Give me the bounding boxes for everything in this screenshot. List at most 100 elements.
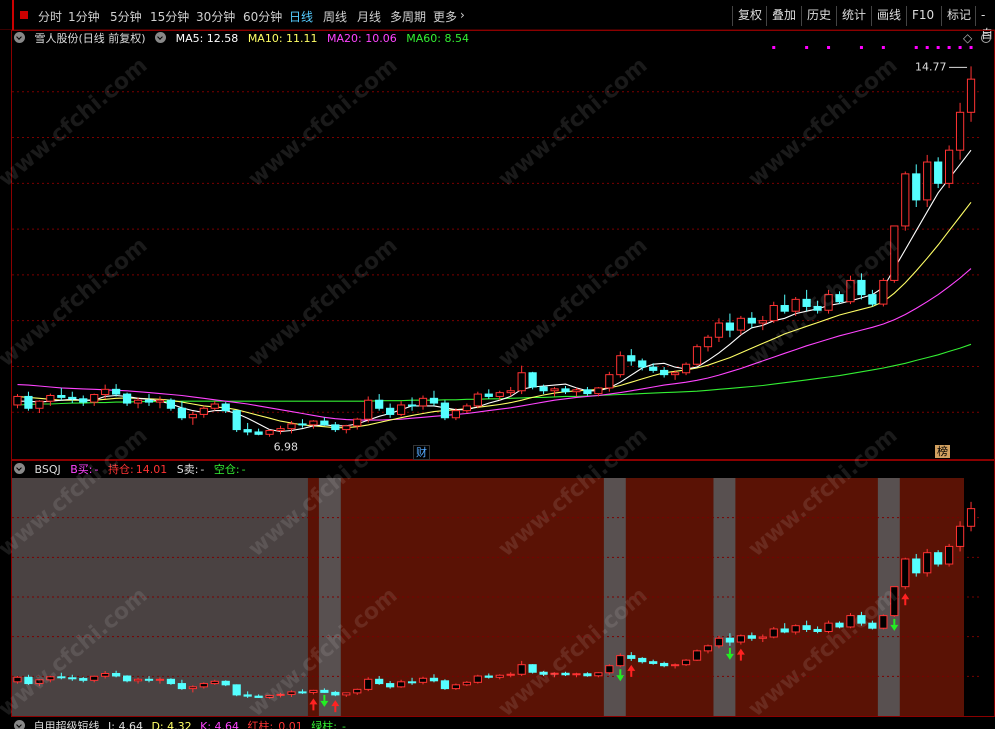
candle-body [758,320,767,324]
candle-body [396,404,406,415]
period-5min[interactable]: 5分钟 [110,8,142,25]
sub-candle-body [912,558,921,574]
sub-candle-body [221,680,230,686]
candle-body [923,161,932,201]
candle-body [177,407,187,419]
candle-body [583,389,592,395]
sub-candle-body [528,664,537,673]
sub-candle-body [133,678,143,682]
sell-label: S卖: [176,463,199,476]
period-fenshi[interactable]: 分时 [38,8,62,25]
panel-toggle-icon[interactable] [20,11,28,19]
ma5-line [17,149,972,433]
candle-body [199,407,208,415]
sub-candle-body [199,683,208,688]
bottom-collapse-icon[interactable] [14,720,25,729]
sub-candle-body [495,674,504,678]
period-multi[interactable]: 多周期 [390,8,426,25]
candle-body [561,388,570,393]
candle-body [780,305,789,312]
sub-candle-body [331,691,340,696]
sub-candle-body [462,681,471,686]
j-value: J: 4.64 [108,720,143,729]
ma10-value: MA10: 11.11 [247,32,318,45]
sub-candle-body [265,694,274,698]
overlay-button[interactable]: 叠加 [766,6,801,26]
period-60min[interactable]: 60分钟 [243,8,282,25]
main-collapse-icon[interactable] [14,32,25,43]
sub-candle-body [243,694,252,697]
candle-body [440,402,450,419]
draw-button[interactable]: 画线 [871,6,906,26]
period-monthly[interactable]: 月线 [357,8,381,25]
candle-body [747,317,756,324]
period-daily[interactable]: 日线 [289,8,313,25]
finance-tag[interactable]: 财 [413,445,430,460]
sub-candle-body [747,635,756,639]
candle-body [802,298,811,307]
sub-candle-body [714,637,724,647]
mark-button[interactable]: 标记 [941,6,976,26]
candle-body [375,399,384,409]
candle-body [681,363,691,374]
candle-body [506,390,515,394]
empty-value: - [241,463,246,476]
f10-button[interactable]: F10 [906,6,939,26]
candle-body [101,388,110,396]
d-value: D: 4.32 [151,720,192,729]
ranking-tag[interactable]: 榜 [935,445,950,458]
sub-candle-body [846,615,855,628]
sub-candle-body [725,637,735,643]
circle-icon[interactable] [981,33,991,43]
signal-dot [958,46,962,49]
candle-body [386,407,395,415]
candle-body [331,424,340,431]
candle-body [868,294,877,305]
sub-candle-body [90,675,99,681]
fuquan-button[interactable]: 复权 [732,6,767,26]
sub-candle-body [429,677,439,682]
sub-candle-body [955,525,965,547]
sub-candle-body [769,628,778,638]
candle-body [528,372,537,388]
sub-candle-body [616,655,625,667]
stats-button[interactable]: 统计 [836,6,871,26]
sub-candle-body [166,678,176,685]
sub-collapse-icon[interactable] [14,463,25,474]
candle-body [769,305,778,322]
sub-candle-body [835,622,844,628]
sub-candle-body [418,677,428,683]
bottom-indicator-header: 自用超级短线 J: 4.64 D: 4.32 K: 4.64 红柱: 0.01 绿… [14,718,351,729]
sub-candle-body [407,681,417,684]
signal-dot [947,46,951,49]
sub-candle-body [506,673,515,676]
indicator-menu-icon[interactable] [155,32,167,43]
more-chevron-icon[interactable]: › [460,8,465,22]
candle-body [451,410,461,419]
signal-dot [914,46,918,49]
period-1min[interactable]: 1分钟 [68,8,100,25]
period-15min[interactable]: 15分钟 [150,8,189,25]
candle-body [254,431,263,435]
sub-candle-body [660,662,669,667]
candle-body [221,403,230,412]
sub-candle-body [396,681,406,688]
period-weekly[interactable]: 周线 [323,8,347,25]
candlestick-chart[interactable]: 14.77 6.98 [12,46,982,458]
signal-dot [859,46,863,49]
bsqj-chart[interactable] [12,478,982,716]
candle-body [133,399,143,404]
period-toolbar: 分时 1分钟 5分钟 15分钟 30分钟 60分钟 日线 周线 月线 多周期 更… [0,0,995,41]
history-button[interactable]: 历史 [801,6,836,26]
period-more[interactable]: 更多 [433,8,457,25]
candle-body [68,396,77,400]
high-price-label: 14.77 [915,60,947,73]
bottom-indicator-name: 自用超级短线 [33,720,100,729]
green-bar-value: - [341,720,346,729]
sub-candle-body [638,657,647,663]
diamond-icon[interactable]: ◇ [963,31,972,45]
sub-candle-body [923,552,932,574]
auto-button[interactable]: -自 [975,6,995,41]
sub-indicator-name: BSQJ [34,463,61,476]
period-30min[interactable]: 30分钟 [196,8,235,25]
